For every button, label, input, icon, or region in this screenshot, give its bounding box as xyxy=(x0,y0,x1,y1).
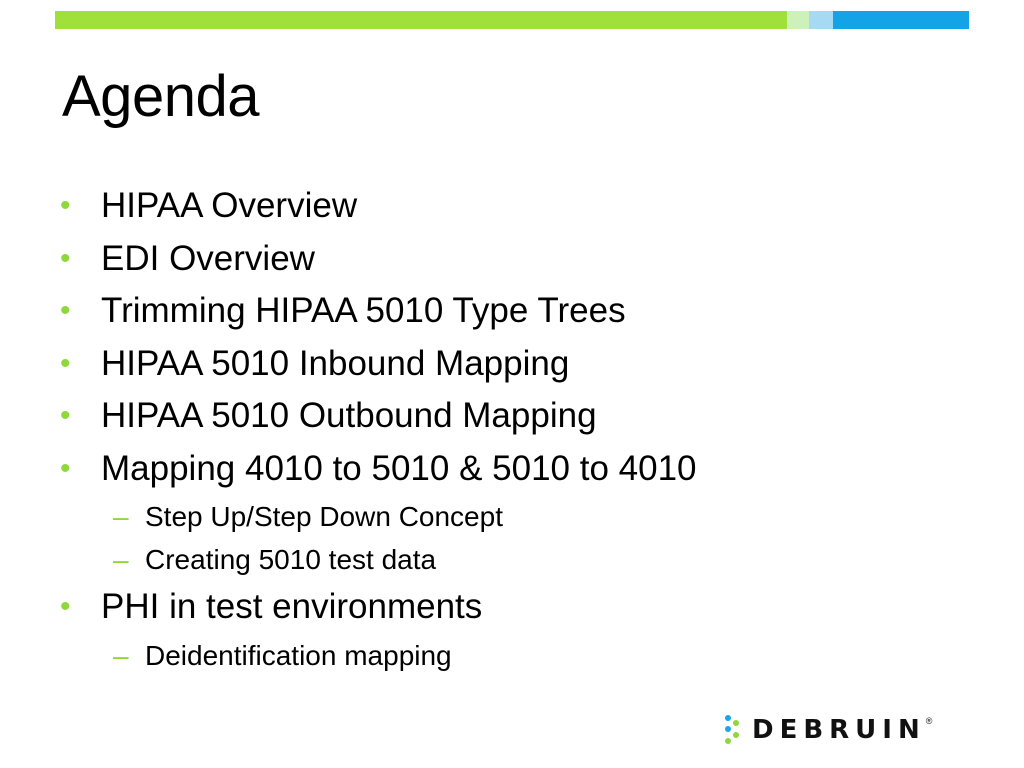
agenda-item-label: PHI in test environments xyxy=(101,587,483,626)
bullet-icon: • xyxy=(60,346,71,380)
dash-icon: – xyxy=(113,501,129,532)
header-bar-light-blue-segment xyxy=(809,11,833,29)
agenda-item-label: Trimming HIPAA 5010 Type Trees xyxy=(101,291,626,330)
bullet-icon: • xyxy=(60,189,71,222)
agenda-item: • Mapping 4010 to 5010 & 5010 to 4010 xyxy=(58,443,958,496)
bullet-icon: • xyxy=(60,590,71,623)
bullet-icon: • xyxy=(60,451,71,485)
agenda-subitem: – Step Up/Step Down Concept xyxy=(58,495,958,538)
header-bar-light-green-segment xyxy=(787,11,809,29)
agenda-subitem-label: Step Up/Step Down Concept xyxy=(145,501,503,532)
agenda-subitem: – Creating 5010 test data xyxy=(58,538,958,581)
debruin-logo: DEBRUIN ® xyxy=(724,712,932,748)
agenda-item: • EDI Overview xyxy=(58,233,958,286)
agenda-item-label: HIPAA Overview xyxy=(101,186,358,225)
agenda-subitem-label: Deidentification mapping xyxy=(145,639,452,671)
dash-icon: – xyxy=(113,639,129,671)
header-bar-green-segment xyxy=(55,11,787,29)
bullet-icon: • xyxy=(60,241,71,275)
registered-mark: ® xyxy=(925,716,933,726)
agenda-item-label: HIPAA 5010 Inbound Mapping xyxy=(101,343,570,383)
agenda-subitem-label: Creating 5010 test data xyxy=(145,544,437,575)
bullet-icon: • xyxy=(60,294,71,327)
agenda-item: • HIPAA Overview xyxy=(58,180,958,233)
agenda-item-label: HIPAA 5010 Outbound Mapping xyxy=(101,396,597,435)
agenda-item: • Trimming HIPAA 5010 Type Trees xyxy=(58,285,958,338)
slide: Agenda • HIPAA Overview • EDI Overview •… xyxy=(0,0,1024,768)
slide-title: Agenda xyxy=(62,64,259,129)
agenda-item-label: Mapping 4010 to 5010 & 5010 to 4010 xyxy=(101,448,697,488)
agenda-item: • HIPAA 5010 Outbound Mapping xyxy=(58,390,958,443)
agenda-subitem: – Deidentification mapping xyxy=(58,634,958,677)
debruin-logo-icon xyxy=(725,715,739,744)
logo-wordmark: DEBRUIN xyxy=(752,715,926,745)
agenda-list: • HIPAA Overview • EDI Overview • Trimmi… xyxy=(58,180,958,677)
header-color-bar xyxy=(55,11,969,29)
agenda-item: • HIPAA 5010 Inbound Mapping xyxy=(58,338,958,391)
agenda-item: • PHI in test environments xyxy=(58,581,958,634)
agenda-item-label: EDI Overview xyxy=(101,238,315,278)
dash-icon: – xyxy=(113,544,129,575)
bullet-icon: • xyxy=(60,399,71,432)
header-bar-blue-segment xyxy=(833,11,969,29)
